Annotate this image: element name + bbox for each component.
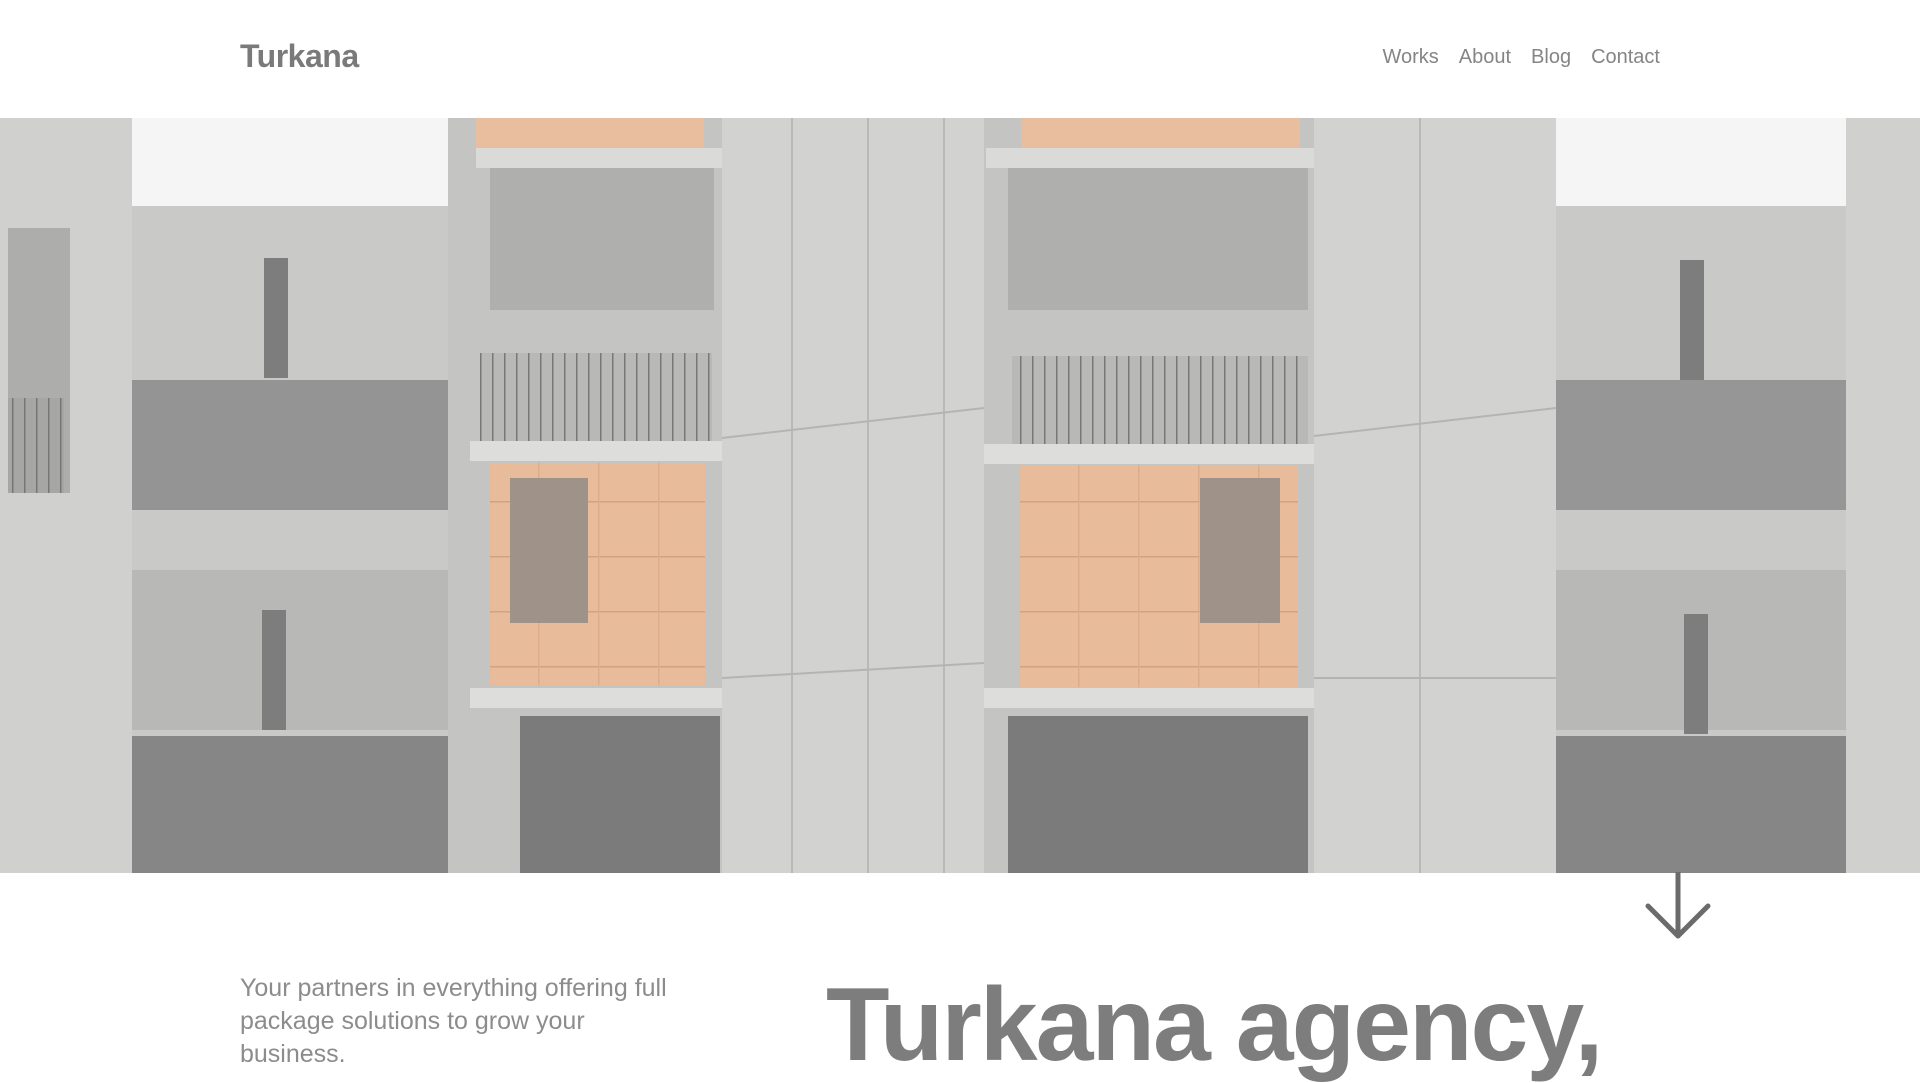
main-nav: Works About Blog Contact [1382,46,1660,69]
nav-about[interactable]: About [1459,46,1511,69]
building-photo [0,118,1920,873]
arrow-down-icon[interactable] [1642,872,1714,940]
intro-headline: Turkana agency, [826,967,1603,1083]
intro-tagline: Your partners in everything offering ful… [240,974,667,1068]
site-header: Turkana Works About Blog Contact [0,0,1920,118]
site-logo[interactable]: Turkana [240,38,359,75]
hero-image [0,118,1920,873]
nav-contact[interactable]: Contact [1591,46,1660,69]
nav-blog[interactable]: Blog [1531,46,1571,69]
nav-works[interactable]: Works [1382,46,1438,69]
